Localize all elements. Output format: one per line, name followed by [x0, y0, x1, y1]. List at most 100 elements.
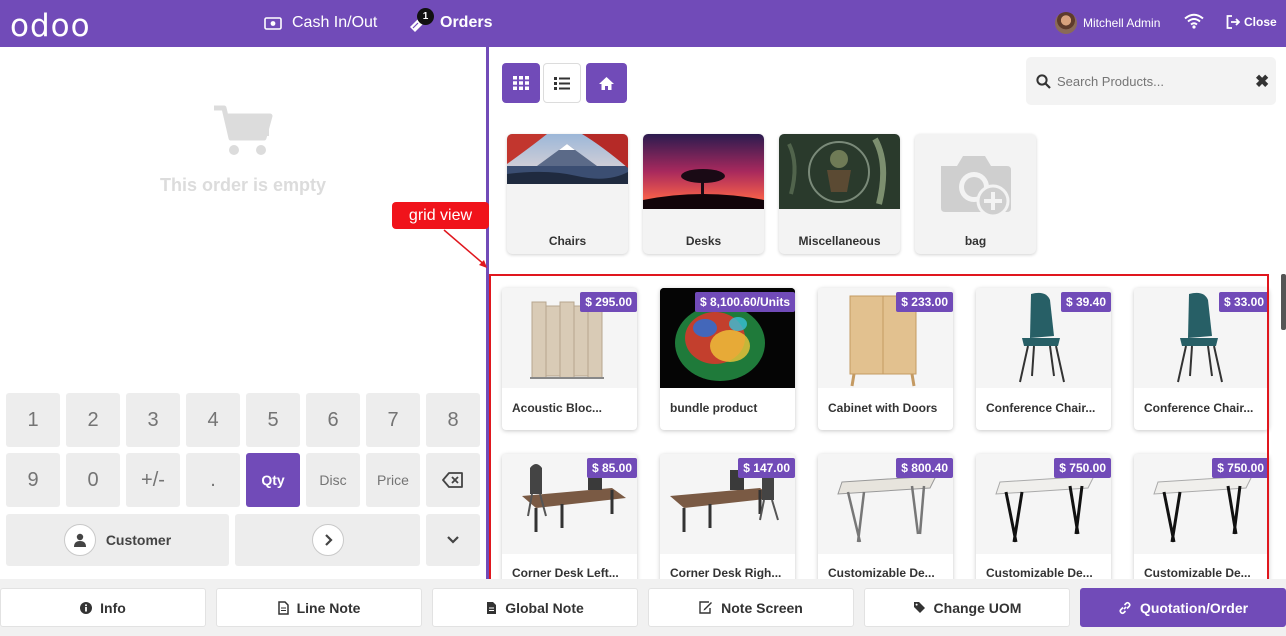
category-miscellaneous[interactable]: Miscellaneous: [779, 134, 900, 254]
products-scrollbar[interactable]: [1281, 274, 1286, 330]
line-note-label: Line Note: [296, 599, 361, 616]
close-session-button[interactable]: Close: [1226, 15, 1277, 29]
grid-icon: [513, 76, 529, 90]
product-price-badge: $ 800.40: [896, 458, 953, 478]
clear-search-icon[interactable]: ✖: [1255, 72, 1269, 92]
note-screen-label: Note Screen: [721, 599, 803, 616]
product-price-badge: $ 750.00: [1054, 458, 1111, 478]
numpad-mode-disc[interactable]: Disc: [306, 453, 360, 507]
info-button[interactable]: Info: [0, 588, 206, 627]
sign-out-icon: [1226, 15, 1240, 29]
product-card[interactable]: $ 39.40 Conference Chair...: [976, 288, 1111, 430]
numpad-key-0[interactable]: 0: [66, 453, 120, 507]
product-card[interactable]: $ 33.00 Conference Chair...: [1134, 288, 1269, 430]
category-label: bag: [964, 234, 987, 248]
info-label: Info: [100, 599, 126, 616]
user-icon: [63, 524, 96, 556]
sunset-tree-image: [643, 134, 764, 209]
add-photo-placeholder-icon: [941, 156, 1011, 218]
global-note-button[interactable]: Global Note: [432, 588, 638, 627]
orders-button[interactable]: 1 Orders: [408, 8, 493, 32]
product-card[interactable]: $ 800.40 Customizable De...: [818, 454, 953, 584]
numpad-key-8[interactable]: 8: [426, 393, 480, 447]
numpad-key-2[interactable]: 2: [66, 393, 120, 447]
numpad-key-4[interactable]: 4: [186, 393, 240, 447]
product-card[interactable]: $ 233.00 Cabinet with Doors: [818, 288, 953, 430]
product-price-badge: $ 8,100.60/Units: [694, 292, 795, 312]
home-category-button[interactable]: [586, 63, 627, 103]
numpad-key-3[interactable]: 3: [126, 393, 180, 447]
line-note-button[interactable]: Line Note: [216, 588, 422, 627]
file-icon: [277, 600, 289, 615]
change-uom-button[interactable]: Change UOM: [864, 588, 1070, 627]
chevron-down-icon: [447, 536, 459, 544]
orders-count-badge: 1: [417, 8, 434, 25]
product-name: Corner Desk Righ...: [670, 566, 782, 580]
cash-in-out-button[interactable]: Cash In/Out: [264, 14, 377, 32]
product-card[interactable]: $ 147.00 Corner Desk Righ...: [660, 454, 795, 584]
empty-order-message: This order is empty: [159, 175, 327, 195]
user-menu[interactable]: Mitchell Admin: [1055, 12, 1160, 34]
product-search-box: ✖: [1026, 57, 1276, 105]
numpad-mode-qty[interactable]: Qty: [246, 453, 300, 507]
payment-button[interactable]: [235, 514, 420, 566]
product-card[interactable]: $ 295.00 Acoustic Bloc...: [502, 288, 637, 430]
more-actions-button[interactable]: [426, 514, 480, 566]
product-price-badge: $ 750.00: [1212, 458, 1269, 478]
wifi-icon: [1184, 13, 1204, 34]
orders-label: Orders: [440, 14, 493, 31]
note-screen-button[interactable]: Note Screen: [648, 588, 854, 627]
info-circle-icon: [80, 601, 93, 614]
cash-in-out-label: Cash In/Out: [292, 14, 378, 31]
numpad-mode-price[interactable]: Price: [366, 453, 420, 507]
numpad-key-decimal[interactable]: .: [186, 453, 240, 507]
search-icon: [1036, 73, 1051, 89]
category-chairs[interactable]: Chairs: [507, 134, 628, 254]
grid-view-button[interactable]: [502, 63, 540, 103]
product-price-badge: $ 295.00: [580, 292, 637, 312]
product-card[interactable]: $ 750.00 Customizable De...: [976, 454, 1111, 584]
product-price-badge: $ 233.00: [896, 292, 953, 312]
product-card[interactable]: $ 85.00 Corner Desk Left...: [502, 454, 637, 584]
money-icon: [264, 16, 282, 30]
product-price-badge: $ 39.40: [1060, 292, 1111, 312]
product-price-badge: $ 147.00: [738, 458, 795, 478]
user-name: Mitchell Admin: [1083, 16, 1161, 30]
tag-icon: [913, 602, 925, 613]
quotation-order-label: Quotation/Order: [1139, 599, 1249, 616]
backspace-button[interactable]: [426, 453, 480, 507]
category-desks[interactable]: Desks: [643, 134, 764, 254]
file-text-icon: [487, 601, 497, 614]
product-name: Acoustic Bloc...: [512, 401, 603, 415]
link-icon: [1119, 601, 1131, 614]
numpad-key-7[interactable]: 7: [366, 393, 420, 447]
callout-arrow-icon: [443, 229, 487, 268]
customer-button[interactable]: Customer: [6, 514, 229, 566]
home-icon: [599, 76, 614, 90]
quotation-order-button[interactable]: Quotation/Order: [1080, 588, 1286, 627]
chevron-right-icon: [311, 524, 344, 556]
mountain-lake-image: [507, 134, 628, 209]
product-card[interactable]: $ 750.00 Customizable De...: [1134, 454, 1269, 584]
products-pane: ✖ Chairs Desks Miscellaneous bag $ 295.0…: [489, 47, 1286, 584]
list-view-button[interactable]: [543, 63, 581, 103]
numpad-key-5[interactable]: 5: [246, 393, 300, 447]
numpad-key-plus-minus[interactable]: +/-: [126, 453, 180, 507]
numpad-key-9[interactable]: 9: [6, 453, 60, 507]
numpad-key-1[interactable]: 1: [6, 393, 60, 447]
product-name: Conference Chair...: [986, 401, 1096, 415]
user-avatar: [1055, 12, 1077, 34]
shopping-cart-icon: [214, 105, 273, 155]
search-input[interactable]: [1057, 73, 1247, 89]
robot-plant-image: [779, 134, 900, 209]
product-name: Customizable De...: [1144, 566, 1251, 580]
product-price-badge: $ 85.00: [586, 458, 637, 478]
product-card[interactable]: $ 8,100.60/Units bundle product: [660, 288, 795, 430]
product-name: Customizable De...: [986, 566, 1093, 580]
change-uom-label: Change UOM: [933, 599, 1022, 616]
category-label: Miscellaneous: [798, 234, 881, 248]
list-icon: [554, 76, 570, 90]
ticket-icon: 1: [408, 8, 434, 32]
category-bag[interactable]: bag: [915, 134, 1036, 254]
numpad-key-6[interactable]: 6: [306, 393, 360, 447]
